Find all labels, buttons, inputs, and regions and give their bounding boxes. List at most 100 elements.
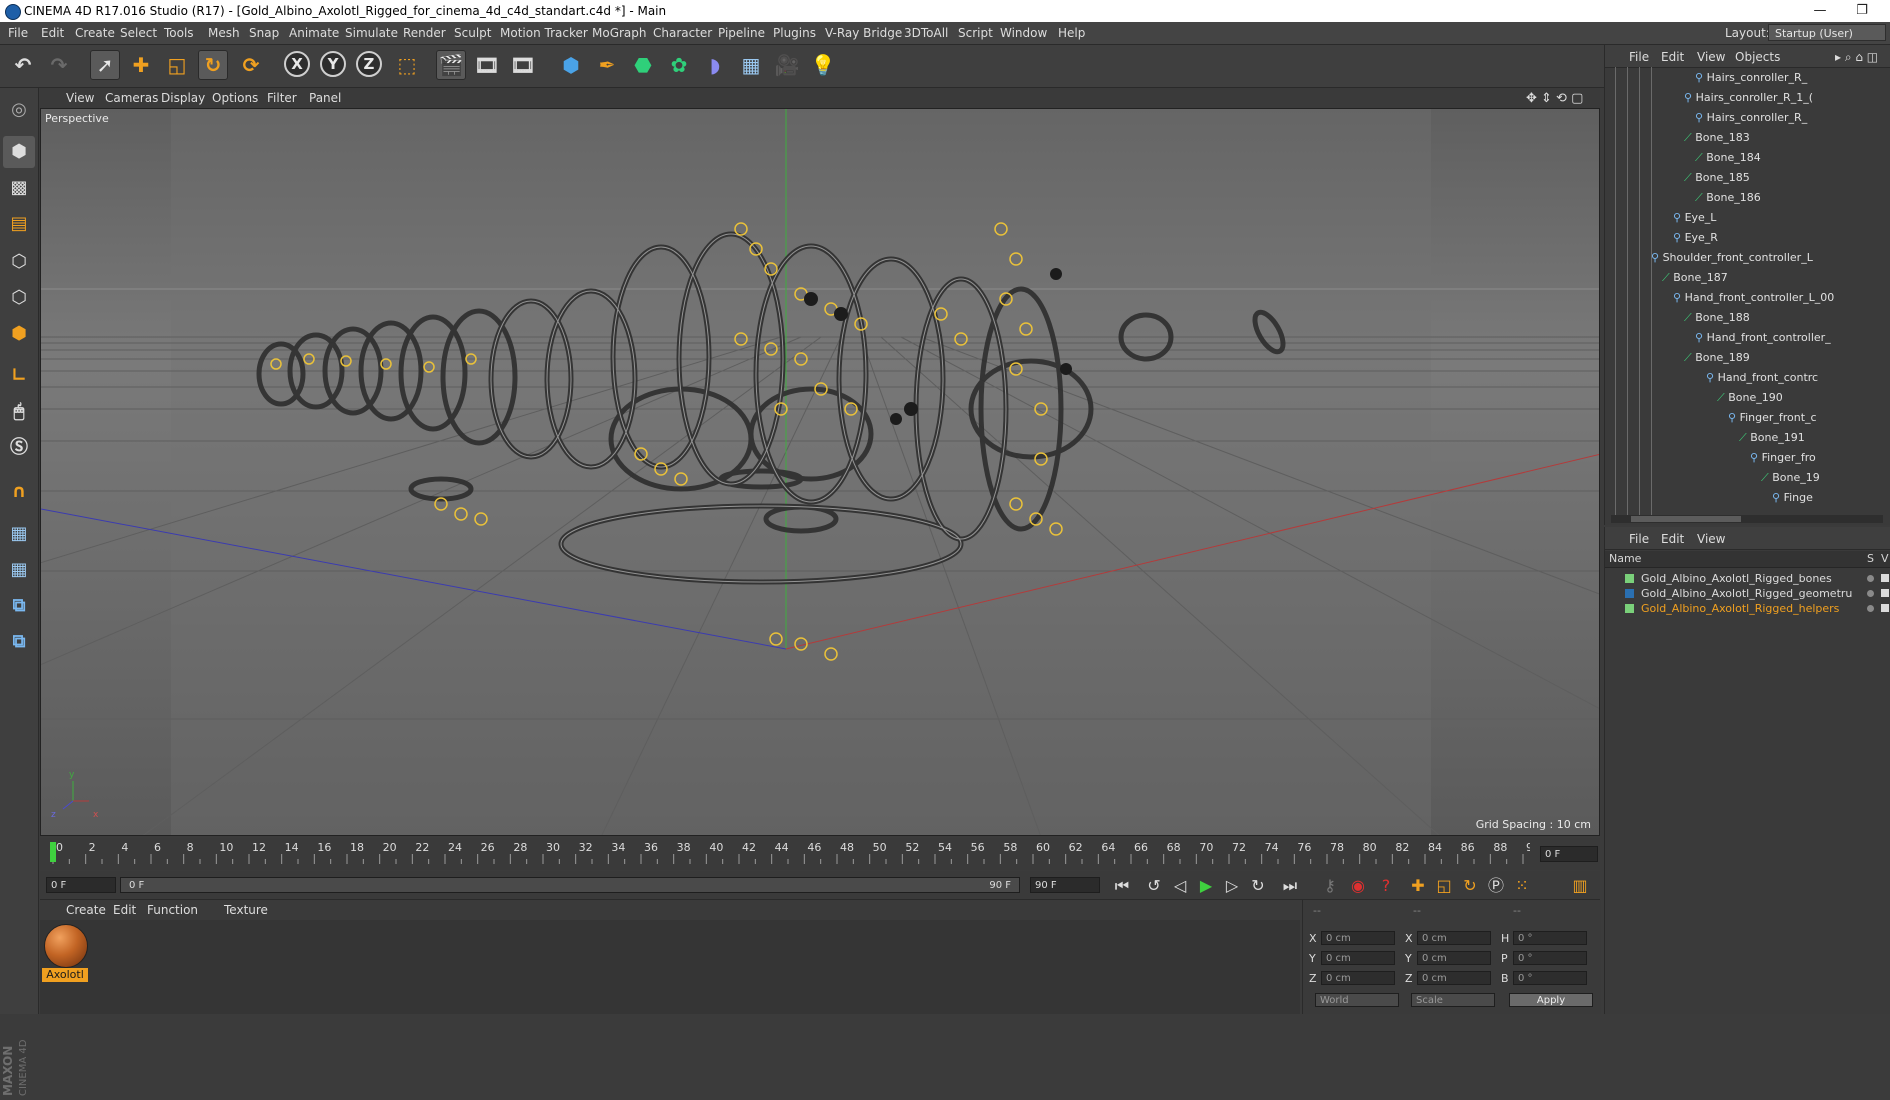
coord-pos-x-field[interactable]: 0 cm — [1321, 931, 1395, 945]
viewport-menu-panel[interactable]: Panel — [309, 91, 341, 105]
play-button[interactable]: ▶ — [1194, 875, 1218, 897]
record-keys-button[interactable]: ⚷ — [1318, 875, 1342, 897]
tweak-mode-button[interactable]: 🖱 — [3, 396, 35, 428]
viewport-menu-display[interactable]: Display — [161, 91, 205, 105]
add-deformer-button[interactable]: ◗ — [700, 50, 730, 80]
layer-color-swatch[interactable] — [1625, 589, 1634, 598]
workplane-snap-button[interactable]: ▦ — [3, 554, 35, 586]
add-array-button[interactable]: ✿ — [664, 50, 694, 80]
timeline-end-field[interactable]: 0 F — [1540, 846, 1598, 862]
coord-rot-p-field[interactable]: 0 ° — [1513, 951, 1587, 965]
material-thumbnail[interactable]: Axolotl — [40, 920, 92, 986]
material-menu-create[interactable]: Create — [66, 903, 106, 917]
coord-size-y-field[interactable]: 0 cm — [1417, 951, 1491, 965]
object-tree-scrollbar[interactable] — [1611, 515, 1883, 523]
coord-system-select[interactable]: World — [1315, 993, 1399, 1007]
layer-solo-toggle[interactable] — [1867, 605, 1874, 612]
timeline-window-button[interactable]: ▥ — [1568, 875, 1592, 897]
menu-motion-tracker[interactable]: Motion Tracker — [500, 26, 588, 40]
coord-size-x-field[interactable]: 0 cm — [1417, 931, 1491, 945]
keyframe-selection-button[interactable]: ? — [1374, 875, 1398, 897]
position-key-button[interactable]: ✚ — [1406, 875, 1430, 897]
object-tree-item[interactable]: ⚲ Hand_front_controller_ — [1695, 329, 1831, 347]
menu-plugins[interactable]: Plugins — [773, 26, 816, 40]
model-mode-button[interactable]: ⬢ — [3, 136, 35, 168]
menu-select[interactable]: Select — [120, 26, 157, 40]
next-key-button[interactable]: ↻ — [1246, 875, 1270, 897]
material-menu-edit[interactable]: Edit — [113, 903, 136, 917]
menu-simulate[interactable]: Simulate — [345, 26, 398, 40]
snap-button[interactable]: Ⓢ — [3, 432, 35, 464]
live-selection-button[interactable]: ➚ — [90, 50, 120, 80]
rotation-key-button[interactable]: ↻ — [1458, 875, 1482, 897]
object-tree-item[interactable]: ⚲ Hand_front_controller_L_00 — [1673, 289, 1834, 307]
max-frame-field[interactable]: 90 F — [1030, 877, 1100, 893]
object-tree-item[interactable]: ⟋ Bone_185 — [1684, 169, 1750, 187]
menu-window[interactable]: Window — [1000, 26, 1047, 40]
axis-mode-button[interactable]: ∟ — [3, 360, 35, 392]
layers-menu-view[interactable]: View — [1697, 532, 1725, 546]
object-tree-item[interactable]: ⟋ Bone_189 — [1684, 349, 1750, 367]
scale-key-button[interactable]: ◱ — [1432, 875, 1456, 897]
layer-row[interactable]: Gold_Albino_Axolotl_Rigged_geometru — [1605, 586, 1890, 601]
lock-workplane-button[interactable]: ▦ — [3, 518, 35, 550]
material-menu-function[interactable]: Function — [147, 903, 198, 917]
object-tree-item[interactable]: ⟋ Bone_190 — [1717, 389, 1783, 407]
object-tree-item[interactable]: ⚲ Eye_L — [1673, 209, 1716, 227]
objects-menu-objects[interactable]: Objects — [1735, 50, 1780, 64]
object-tree-item[interactable]: ⟋ Bone_187 — [1662, 269, 1728, 287]
coord-rot-h-field[interactable]: 0 ° — [1513, 931, 1587, 945]
coord-pos-z-field[interactable]: 0 cm — [1321, 971, 1395, 985]
restore-button[interactable]: ❐ — [1842, 2, 1882, 20]
polygons-mode-button[interactable]: ⬢ — [3, 318, 35, 350]
python-button-1[interactable]: ⧉ — [3, 590, 35, 622]
layout-select[interactable]: Startup (User) — [1768, 24, 1886, 41]
layer-color-swatch[interactable] — [1625, 574, 1634, 583]
object-tree-item[interactable]: ⚲ Hairs_conroller_R_ — [1695, 69, 1807, 87]
object-tree-item[interactable]: ⚲ Finge — [1772, 489, 1813, 507]
x-axis-lock-button[interactable]: X — [284, 51, 310, 77]
autokey-button[interactable]: ◉ — [1346, 875, 1370, 897]
coord-pos-y-field[interactable]: 0 cm — [1321, 951, 1395, 965]
objects-menu-view[interactable]: View — [1697, 50, 1725, 64]
menu-help[interactable]: Help — [1058, 26, 1085, 40]
viewport-perspective[interactable]: y z x Perspective Grid Spacing : 10 cm — [40, 108, 1600, 836]
recent-tool-button[interactable]: ⟳ — [236, 50, 266, 80]
previous-frame-button[interactable]: ◁ — [1168, 875, 1192, 897]
layer-visible-toggle[interactable] — [1881, 604, 1889, 612]
coord-size-z-field[interactable]: 0 cm — [1417, 971, 1491, 985]
menu-3dtoall[interactable]: 3DToAll — [904, 26, 948, 40]
menu-animate[interactable]: Animate — [289, 26, 339, 40]
scrollbar-thumb[interactable] — [1631, 516, 1741, 522]
object-tree-item[interactable]: ⚲ Finger_front_c — [1728, 409, 1817, 427]
texture-mode-button[interactable]: ▩ — [3, 172, 35, 204]
y-axis-lock-button[interactable]: Y — [320, 51, 346, 77]
menu-script[interactable]: Script — [958, 26, 993, 40]
menu-character[interactable]: Character — [653, 26, 712, 40]
apply-button[interactable]: Apply — [1509, 993, 1593, 1007]
undo-button[interactable]: ↶ — [8, 50, 38, 80]
menu-file[interactable]: File — [8, 26, 28, 40]
layer-row[interactable]: Gold_Albino_Axolotl_Rigged_helpers — [1605, 601, 1890, 616]
scale-tool-button[interactable]: ◱ — [162, 50, 192, 80]
object-tree-item[interactable]: ⟋ Bone_183 — [1684, 129, 1750, 147]
object-tree-item[interactable]: ⟋ Bone_19 — [1761, 469, 1820, 487]
menu-pipeline[interactable]: Pipeline — [718, 26, 765, 40]
render-settings-button[interactable]: 🎞 — [508, 50, 538, 80]
add-light-button[interactable]: 💡 — [808, 50, 838, 80]
current-frame-field[interactable]: 0 F — [46, 877, 116, 893]
make-editable-button[interactable]: ◎ — [3, 94, 35, 126]
magnet-button[interactable]: ∩ — [3, 476, 35, 508]
object-tree-item[interactable]: ⟋ Bone_188 — [1684, 309, 1750, 327]
object-tree-item[interactable]: ⟋ Bone_191 — [1739, 429, 1805, 447]
object-tree-item[interactable]: ⚲ Shoulder_front_controller_L — [1651, 249, 1813, 267]
layer-solo-toggle[interactable] — [1867, 575, 1874, 582]
playhead-marker[interactable] — [50, 842, 56, 862]
object-tree-item[interactable]: ⚲ Hand_front_contrc — [1706, 369, 1818, 387]
menu-edit[interactable]: Edit — [41, 26, 64, 40]
move-tool-button[interactable]: ✚ — [126, 50, 156, 80]
menu-vray-bridge[interactable]: V-Ray Bridge — [825, 26, 902, 40]
coord-rot-b-field[interactable]: 0 ° — [1513, 971, 1587, 985]
menu-mograph[interactable]: MoGraph — [592, 26, 647, 40]
coordinate-system-button[interactable]: ⬚ — [392, 50, 422, 80]
